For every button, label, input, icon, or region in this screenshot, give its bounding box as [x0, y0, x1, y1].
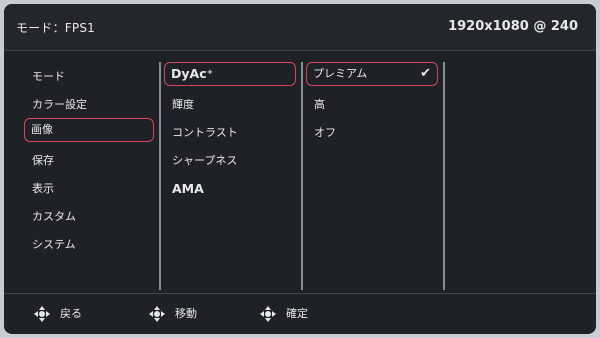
submenu-item-label: 輝度 [172, 98, 194, 111]
hint-confirm[interactable]: 確定 [260, 305, 308, 322]
menu-item-display[interactable]: 表示 [26, 178, 154, 200]
option-item-label: オフ [314, 126, 336, 139]
current-mode-label: モード：FPS1 [16, 21, 95, 35]
submenu-item-ama[interactable]: AMA [166, 178, 296, 200]
submenu-item-label: AMA [172, 181, 204, 196]
column-divider [443, 62, 445, 290]
menu-item-mode[interactable]: モード [26, 66, 154, 88]
joystick-left-icon [34, 306, 50, 322]
joystick-updown-icon [149, 306, 165, 322]
confirm-label: 確定 [286, 307, 308, 320]
menu-item-label: カラー設定 [32, 98, 87, 111]
option-item-off[interactable]: オフ [308, 122, 438, 144]
menu-item-label: カスタム [32, 210, 76, 223]
submenu-item-sharpness[interactable]: シャープネス [166, 150, 296, 172]
column-divider [159, 62, 161, 290]
menu-item-color-settings[interactable]: カラー設定 [26, 94, 154, 116]
menu-item-picture[interactable]: 画像 [24, 118, 154, 142]
option-item-premium[interactable]: プレミアム ✔ [306, 62, 438, 86]
back-label: 戻る [60, 307, 82, 320]
submenu-item-contrast[interactable]: コントラスト [166, 122, 296, 144]
hint-move[interactable]: 移動 [149, 305, 197, 322]
menu-item-label: システム [32, 238, 76, 251]
menu-item-label: 表示 [32, 182, 54, 195]
menu-item-label: モード [32, 70, 65, 83]
submenu-item-brightness[interactable]: 輝度 [166, 94, 296, 116]
menu-item-system[interactable]: システム [26, 234, 154, 256]
osd-footer: 戻る 移動 確定 [4, 293, 596, 334]
checkmark-icon: ✔ [420, 66, 431, 81]
hint-back[interactable]: 戻る [34, 305, 82, 322]
option-item-label: プレミアム [313, 67, 368, 80]
submenu-item-label: コントラスト [172, 126, 238, 139]
osd-header: モード：FPS1 1920x1080 @ 240 [4, 4, 596, 51]
menu-item-label: 画像 [31, 123, 53, 136]
column-divider [301, 62, 303, 290]
option-item-label: 高 [314, 98, 325, 111]
resolution-label: 1920x1080 @ 240 [448, 19, 578, 34]
option-item-high[interactable]: 高 [308, 94, 438, 116]
submenu-item-dyac[interactable]: DyAc⁺ [164, 62, 296, 86]
menu-item-save[interactable]: 保存 [26, 150, 154, 172]
submenu-item-label: DyAc⁺ [171, 66, 214, 81]
submenu-item-label: シャープネス [172, 154, 238, 167]
menu-item-custom[interactable]: カスタム [26, 206, 154, 228]
move-label: 移動 [175, 307, 197, 320]
joystick-press-icon [260, 306, 276, 322]
osd-menu: モード：FPS1 1920x1080 @ 240 モード カラー設定 画像 保存… [4, 4, 596, 334]
menu-item-label: 保存 [32, 154, 54, 167]
